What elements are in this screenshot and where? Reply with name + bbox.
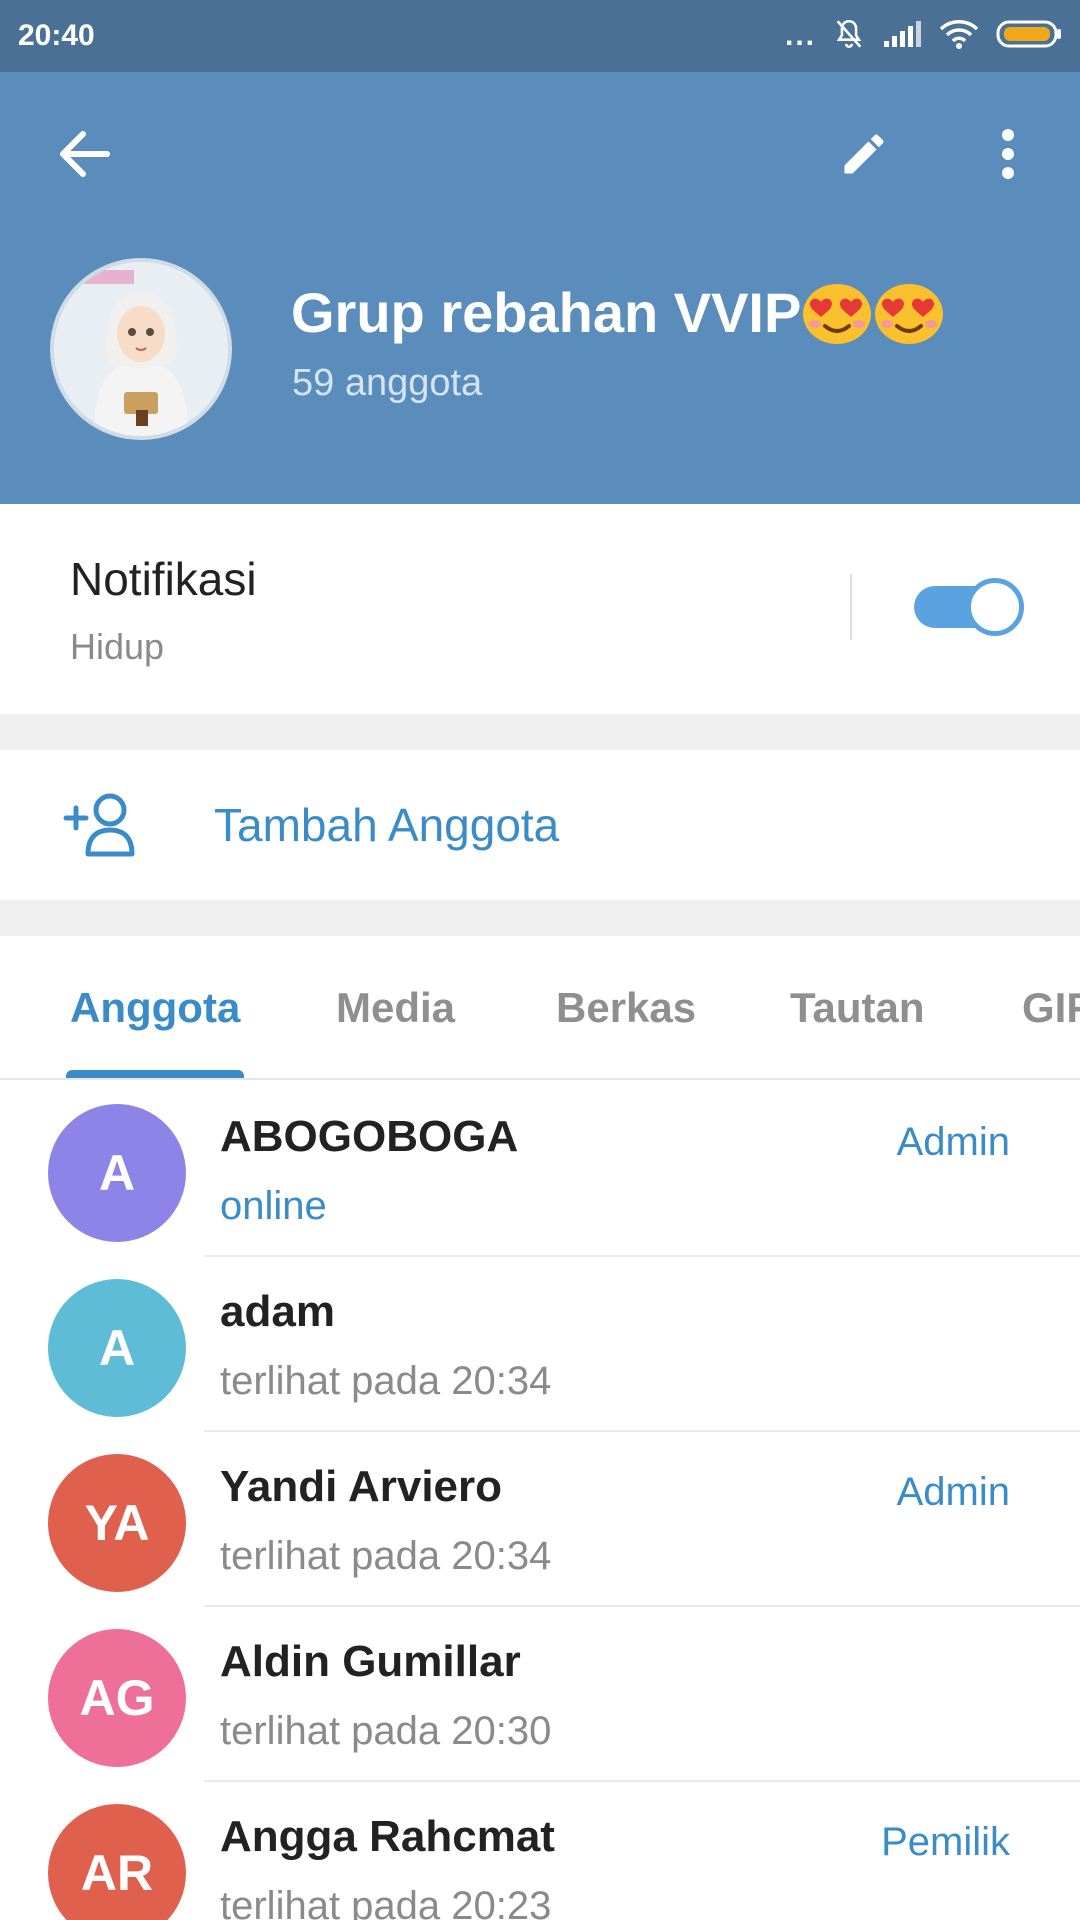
avatar: YA — [48, 1454, 186, 1592]
tab-members[interactable]: Anggota — [70, 984, 240, 1032]
add-member-button[interactable]: Tambah Anggota — [0, 750, 1080, 900]
avatar: AG — [48, 1629, 186, 1767]
active-tab-indicator — [66, 1070, 244, 1078]
group-info-screen: 20:40 ... Grup rebahan VVIP 59 anggota N… — [0, 0, 1080, 1920]
section-gap — [0, 714, 1080, 750]
member-count: 59 anggota — [292, 362, 483, 404]
group-name: Grup rebahan VVIP — [291, 280, 802, 344]
member-status: online — [220, 1184, 327, 1228]
member-row[interactable]: A ABOGOBOGA online Admin — [0, 1082, 1080, 1257]
muted-bell-icon — [832, 17, 866, 56]
signal-icon — [882, 19, 922, 54]
heart-eyes-emoji-icon — [873, 278, 945, 346]
member-status: terlihat pada 20:34 — [220, 1534, 552, 1578]
add-person-icon — [62, 792, 142, 858]
wifi-icon — [938, 18, 980, 55]
tab-files[interactable]: Berkas — [556, 984, 696, 1032]
back-arrow-icon — [57, 130, 111, 183]
tab-gif[interactable]: GIF — [1022, 984, 1080, 1032]
member-role: Admin — [896, 1470, 1010, 1514]
notification-title: Notifikasi — [70, 553, 257, 605]
notification-status: Hidup — [70, 626, 165, 667]
member-status: terlihat pada 20:23 — [220, 1884, 552, 1920]
member-list: A ABOGOBOGA online Admin A adam terlihat… — [0, 1082, 1080, 1920]
member-row[interactable]: AR Angga Rahcmat terlihat pada 20:23 Pem… — [0, 1782, 1080, 1920]
back-button[interactable] — [36, 108, 132, 204]
shared-content-tabs: Anggota Media Berkas Tautan GIF — [0, 936, 1080, 1080]
add-member-label: Tambah Anggota — [214, 799, 560, 851]
member-name: Yandi Arviero — [220, 1462, 503, 1511]
status-time: 20:40 — [18, 19, 95, 52]
status-bar: 20:40 ... — [0, 0, 1080, 72]
status-icons: ... — [785, 17, 1062, 56]
group-header: Grup rebahan VVIP 59 anggota — [0, 72, 1080, 504]
member-row[interactable]: AG Aldin Gumillar terlihat pada 20:30 — [0, 1607, 1080, 1782]
member-name: Aldin Gumillar — [220, 1637, 521, 1686]
member-role: Pemilik — [881, 1820, 1010, 1864]
more-notifications-icon: ... — [784, 19, 816, 52]
tab-links[interactable]: Tautan — [790, 984, 925, 1032]
group-avatar[interactable] — [50, 258, 232, 440]
member-status: terlihat pada 20:34 — [220, 1359, 552, 1403]
group-title: Grup rebahan VVIP — [291, 278, 945, 346]
pencil-icon — [838, 128, 890, 185]
notification-row[interactable]: Notifikasi Hidup — [0, 506, 1080, 714]
avatar: AR — [48, 1804, 186, 1920]
avatar: A — [48, 1104, 186, 1242]
member-role: Admin — [896, 1120, 1010, 1164]
section-gap — [0, 900, 1080, 936]
member-status: terlihat pada 20:30 — [220, 1709, 552, 1753]
member-name: ABOGOBOGA — [220, 1112, 519, 1161]
divider — [850, 574, 852, 640]
heart-eyes-emoji-icon — [801, 278, 873, 346]
notification-toggle[interactable] — [914, 576, 1024, 638]
avatar: A — [48, 1279, 186, 1417]
member-name: adam — [220, 1287, 335, 1336]
battery-icon — [996, 19, 1062, 54]
member-row[interactable]: A adam terlihat pada 20:34 — [0, 1257, 1080, 1432]
more-vertical-icon — [1000, 128, 1016, 185]
member-row[interactable]: YA Yandi Arviero terlihat pada 20:34 Adm… — [0, 1432, 1080, 1607]
tab-media[interactable]: Media — [336, 984, 455, 1032]
toggle-knob — [966, 578, 1024, 636]
member-name: Angga Rahcmat — [220, 1812, 555, 1861]
more-options-button[interactable] — [960, 108, 1056, 204]
edit-button[interactable] — [816, 108, 912, 204]
